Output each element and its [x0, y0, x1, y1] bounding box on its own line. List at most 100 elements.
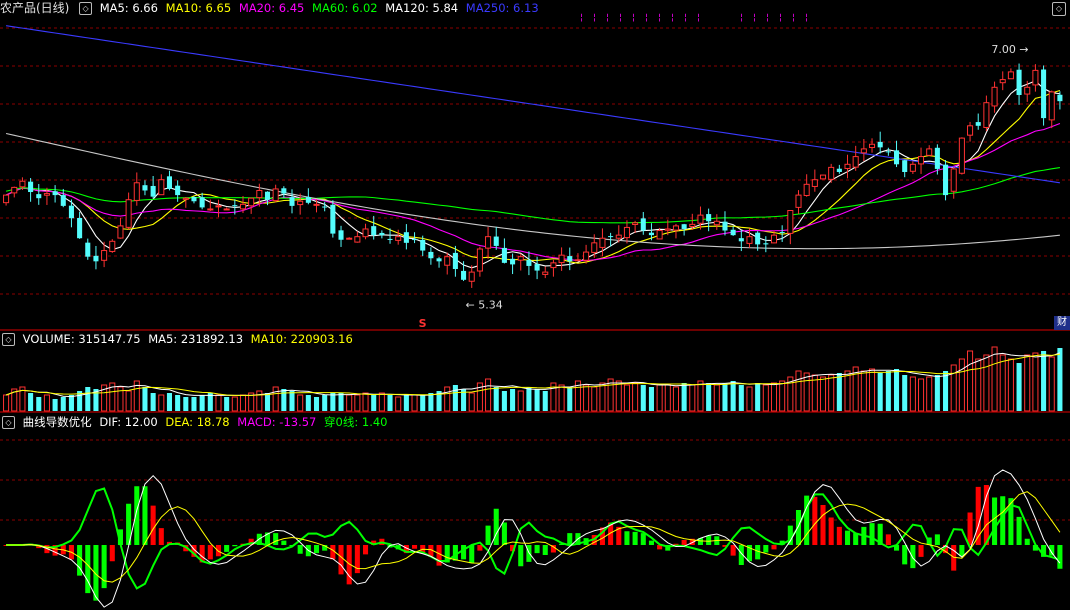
- candle-body-up: [215, 205, 222, 208]
- signal-tick: ¦: [632, 13, 635, 23]
- candle-body-up: [656, 230, 663, 240]
- macd-histogram-bar: [812, 496, 818, 545]
- candle-body-up: [918, 156, 925, 165]
- signal-tick: ¦: [766, 13, 769, 23]
- macd-histogram-bar: [567, 533, 573, 545]
- macd-histogram-bar: [362, 545, 369, 555]
- candle-body-down: [722, 221, 728, 231]
- macd-histogram-bar: [1057, 545, 1063, 569]
- volume-expand-icon[interactable]: ◇: [2, 333, 15, 346]
- candle-body-down: [1016, 69, 1022, 95]
- volume-bar-up: [43, 394, 50, 412]
- candle-body-up: [591, 242, 598, 253]
- volume-bar-down: [330, 393, 336, 411]
- candle-body-down: [526, 260, 532, 266]
- volume-bar-up: [868, 368, 876, 412]
- candle-body-down: [755, 232, 761, 245]
- candle-body-up: [958, 137, 965, 174]
- macd-expand-icon[interactable]: ◇: [2, 416, 15, 429]
- candle-body-up: [819, 174, 827, 180]
- macd-histogram-bar: [150, 505, 156, 545]
- candle-body-up: [182, 197, 189, 200]
- volume-bar-up: [713, 384, 720, 412]
- candle-body-up: [207, 208, 214, 211]
- ma60-label: MA60: 6.02: [312, 1, 378, 15]
- stock-chart-canvas[interactable]: 7.00 → ← 5.34 S ¦ ¦ ¦ ¦ ¦ ¦ ¦ ¦ ¦ ¦ ¦ ¦ ¦ ¦ ¦ ¦: [0, 0, 1070, 610]
- macd-histogram-bar: [281, 540, 287, 545]
- volume-bar-down: [706, 383, 712, 411]
- volume-bar-down: [175, 395, 181, 411]
- macd-histogram-bar: [869, 523, 875, 545]
- signal-tick: ¦: [740, 13, 743, 23]
- signal-tick: ¦: [792, 13, 795, 23]
- volume-bar-down: [313, 397, 320, 411]
- ma10-label: MA10: 6.65: [165, 1, 232, 15]
- candle-body-up: [101, 250, 108, 261]
- macd-histogram-bar: [918, 545, 924, 557]
- volume-bar-up: [975, 358, 982, 412]
- signal-tick: ¦: [645, 13, 648, 23]
- candle-body-up: [672, 225, 679, 231]
- macd-panel-header: ◇ 曲线导数优化 DIF: 12.00 DEA: 18.78 MACD: -13…: [0, 414, 391, 430]
- candle-body-down: [943, 164, 949, 196]
- volume-bar-down: [166, 393, 173, 411]
- volume-bar-up: [828, 374, 835, 412]
- collapse-toggle-icon[interactable]: ◇: [1052, 2, 1066, 16]
- volume-bar-down: [85, 387, 91, 411]
- signal-tick: ¦: [684, 13, 687, 23]
- candle-body-up: [3, 194, 10, 204]
- moving-average-lines: [5, 25, 1061, 269]
- dif-label: DIF: 12.00: [99, 415, 158, 429]
- signal-tick: ¦: [658, 13, 661, 23]
- macd-histogram-bar: [820, 505, 826, 545]
- volume-bar-down: [567, 387, 573, 411]
- volume-bar-down: [224, 397, 230, 411]
- volume-bar-down: [526, 387, 532, 411]
- candle-body-up: [313, 203, 320, 206]
- volume-bars[interactable]: [3, 346, 1063, 412]
- volume-bar-up: [215, 394, 222, 412]
- candle-body-down: [199, 197, 205, 208]
- candle-body-down: [52, 191, 58, 196]
- volume-bar-up: [926, 376, 933, 412]
- volume-bar-up: [411, 394, 418, 412]
- volume-bar-down: [183, 397, 189, 411]
- candle-body-down: [166, 176, 173, 189]
- candle-body-down: [60, 195, 66, 206]
- volume-bar-up: [672, 386, 679, 412]
- volume-bar-down: [387, 395, 393, 411]
- candle-body-up: [860, 148, 867, 154]
- macd-histogram-bar: [338, 545, 344, 575]
- volume-bar-up: [860, 370, 867, 412]
- volume-bar-up: [239, 394, 247, 412]
- volume-bar-up: [583, 384, 590, 412]
- volume-bar-down: [681, 383, 687, 411]
- macd-histogram-bar: [501, 522, 507, 545]
- volume-ma-lines: [5, 352, 1061, 398]
- finance-tag[interactable]: 财: [1054, 316, 1070, 330]
- sell-signal-marker: S: [419, 317, 427, 330]
- candle-body-down: [77, 217, 83, 239]
- volume-bar-up: [1048, 356, 1055, 412]
- volume-bar-down: [338, 393, 344, 411]
- candle-body-up: [599, 237, 606, 248]
- expand-icon[interactable]: ◇: [79, 2, 93, 15]
- macd-label: MACD: -13.57: [237, 415, 317, 429]
- candle-body-up: [909, 163, 916, 172]
- volume-bar-up: [378, 392, 385, 412]
- macd-histogram-bar: [934, 534, 940, 545]
- candle-body-down: [902, 160, 908, 172]
- volume-bar-up: [689, 384, 696, 412]
- candle-body-up: [395, 236, 402, 241]
- candle-body-down: [934, 147, 940, 169]
- macd-histogram-bar: [632, 531, 638, 545]
- candle-body-up: [746, 236, 753, 244]
- macd-histogram-bar: [493, 508, 499, 545]
- volume-ma5-line: [5, 352, 1061, 398]
- macd-histogram-bar: [297, 545, 303, 554]
- volume-bar-up: [444, 386, 451, 412]
- ma120-label: MA120: 5.84: [385, 1, 459, 15]
- volume-label: VOLUME: 315147.75: [22, 332, 141, 346]
- candle-body-up: [787, 210, 794, 234]
- macd-histogram-bar: [232, 545, 238, 547]
